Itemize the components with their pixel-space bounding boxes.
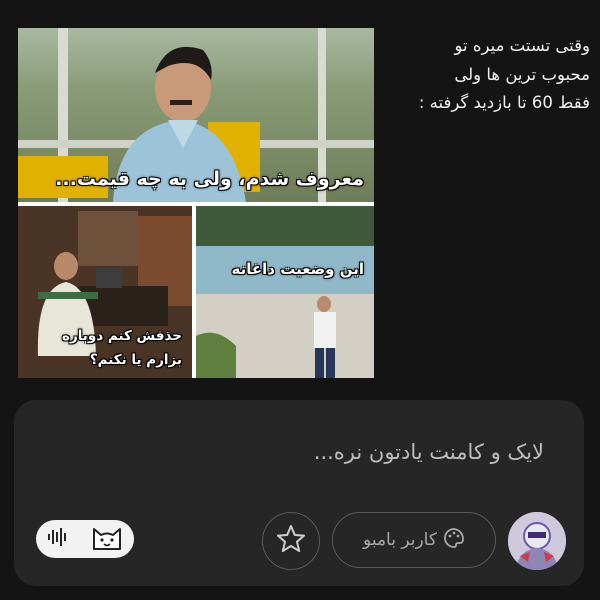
meme-panel-bottom-left: حذفش کنم دوباره بزارم یا نکنم؟ (18, 206, 192, 378)
post-text-line2: محبوب ترین ها ولی (454, 64, 590, 84)
meme-bottom-left-caption: حذفش کنم دوباره بزارم یا نکنم؟ (32, 324, 182, 372)
cat-face-icon[interactable] (90, 523, 124, 555)
meme-bottom-right-illustration (196, 206, 374, 378)
meme-top-caption: معروف شدم، ولی به چه قیمت... (55, 168, 364, 190)
meme-panel-bottom-right: این وضعیت داغانه (196, 206, 374, 378)
user-chip[interactable]: کاربر بامبو (332, 512, 496, 568)
post-text-line1: وقتی تستت میره تو (454, 36, 591, 55)
star-icon (275, 523, 307, 559)
voice-sticker-pill[interactable] (36, 520, 134, 558)
meme-bottom-right-caption: این وضعیت داغانه (231, 260, 364, 278)
comment-composer[interactable]: لایک و کامنت یادتون نره... کاربر بامبو (14, 400, 584, 586)
meme-image: معروف شدم، ولی به چه قیمت... حذفش کنم دو… (18, 28, 374, 378)
voice-wave-icon[interactable] (47, 527, 69, 551)
meme-bottom-left-caption-line2: بزارم یا نکنم؟ (89, 352, 182, 368)
palette-icon (443, 527, 465, 553)
meme-panel-top: معروف شدم، ولی به چه قیمت... (18, 28, 374, 202)
post-text: وقتی تستت میره تو محبوب ترین ها ولی فقط … (380, 32, 590, 118)
post-text-line3: فقط 60 تا بازدید گرفته : (418, 93, 590, 112)
star-button[interactable] (262, 512, 320, 570)
avatar[interactable] (508, 512, 566, 570)
user-name: کاربر بامبو (363, 530, 437, 550)
comment-input[interactable]: لایک و کامنت یادتون نره... (314, 440, 544, 464)
meme-bottom-left-caption-line1: حذفش کنم دوباره (62, 328, 182, 344)
